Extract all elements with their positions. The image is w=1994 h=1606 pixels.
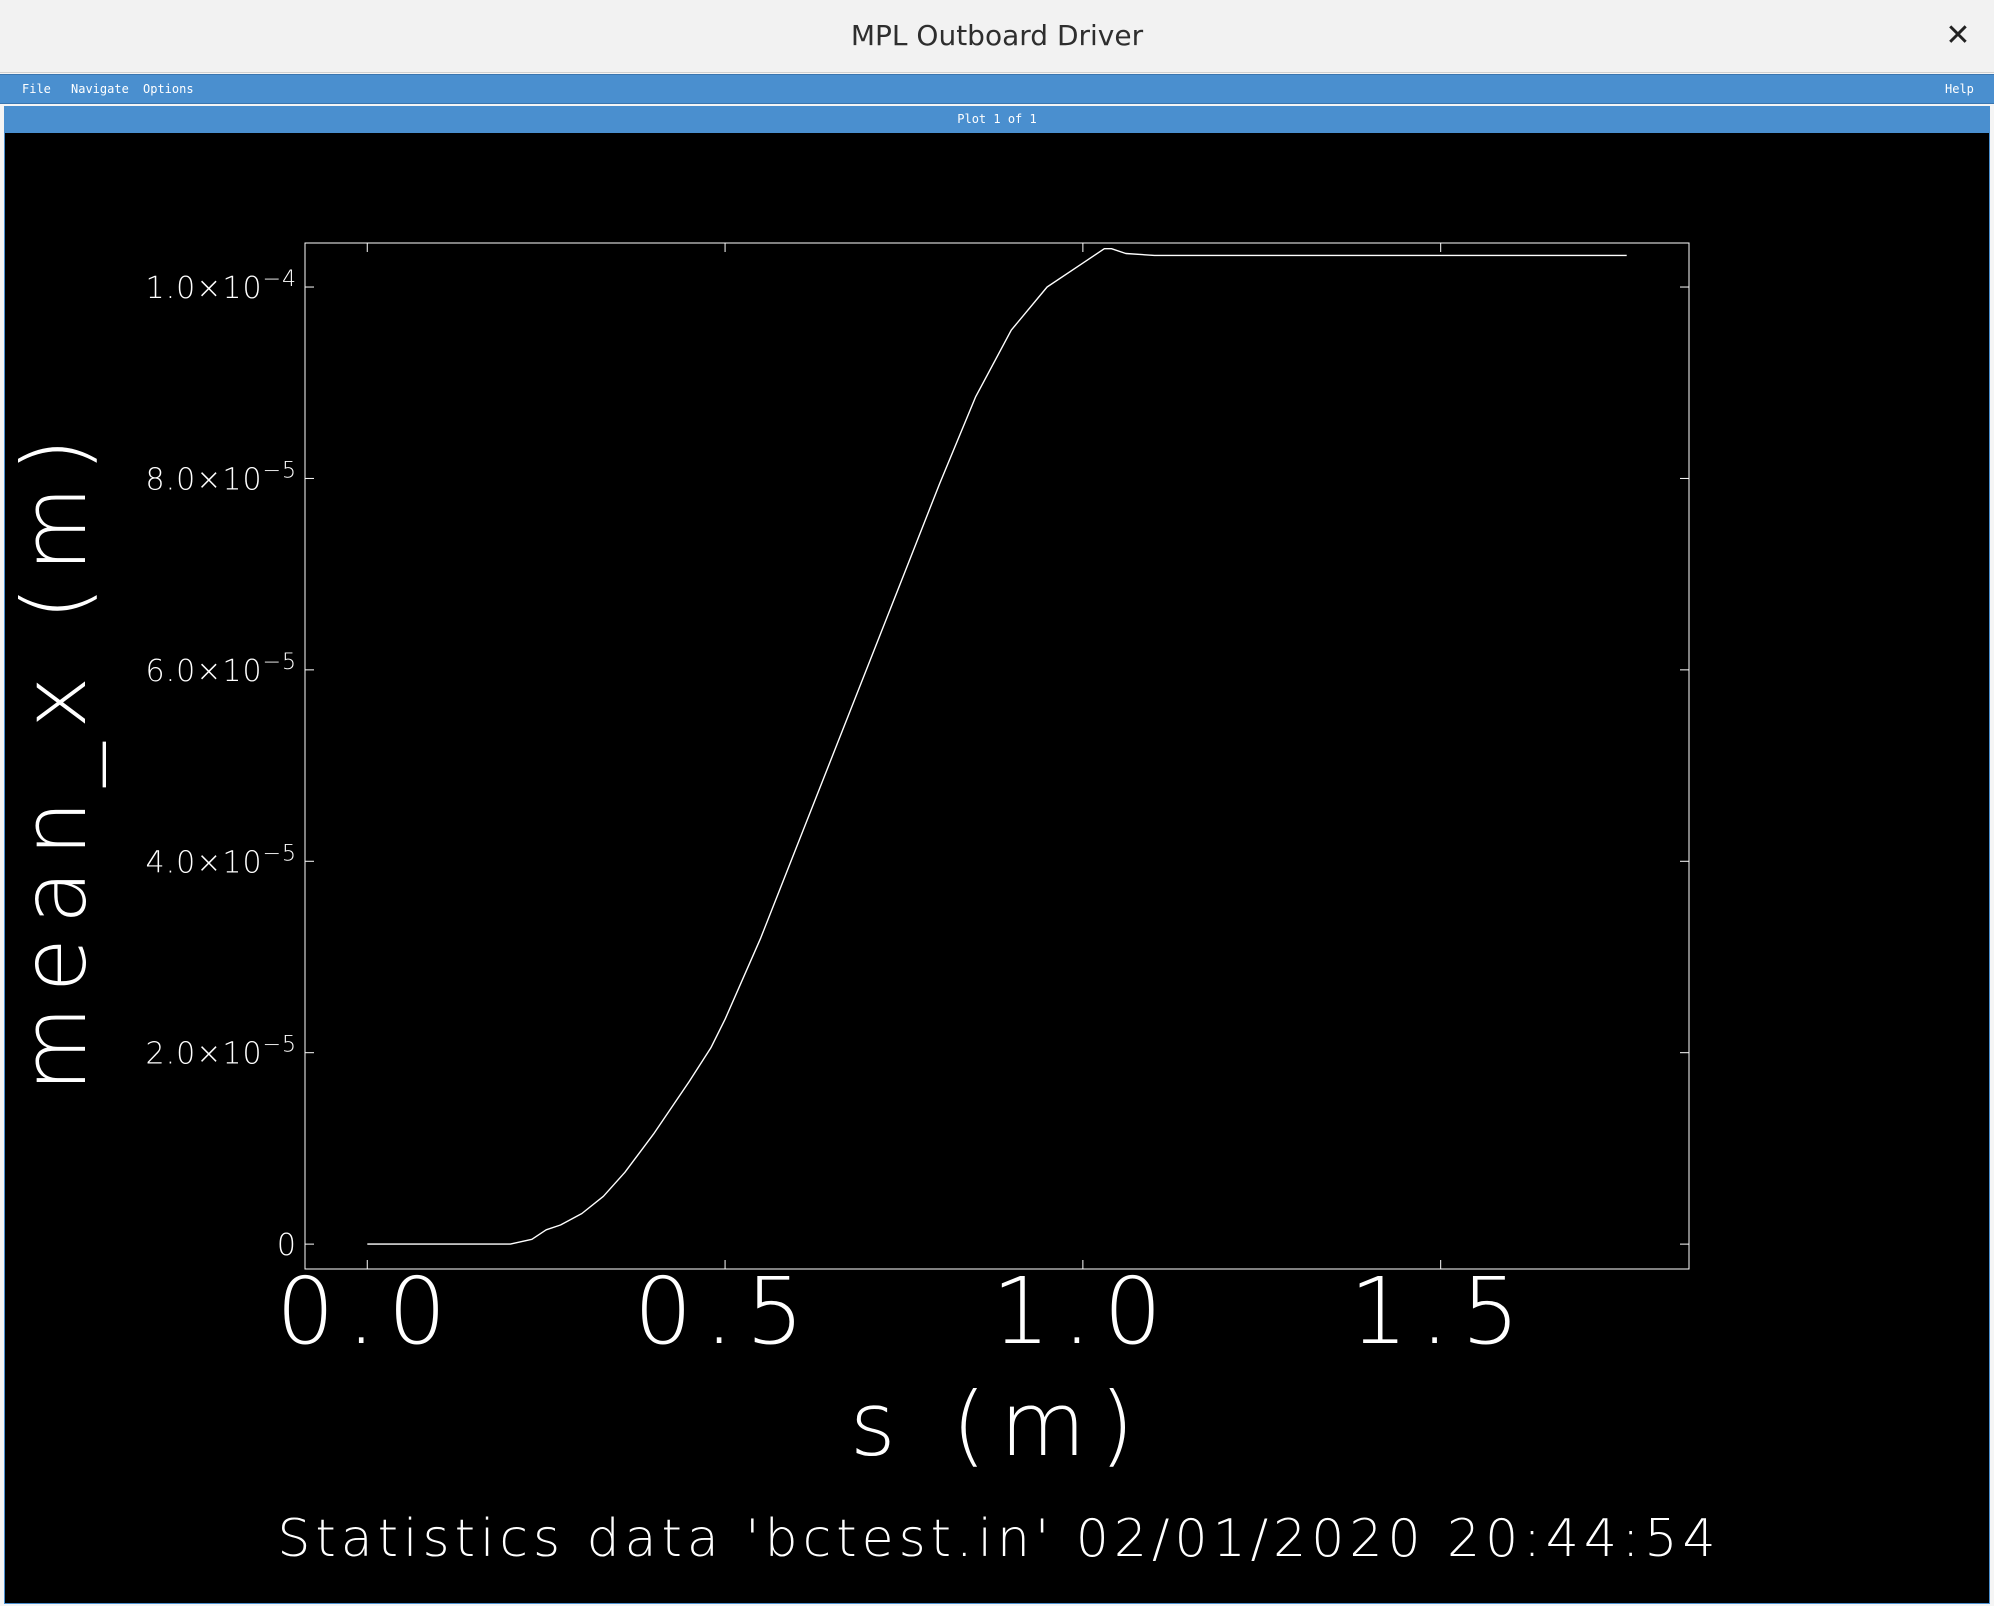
menu-file[interactable]: File (22, 75, 51, 103)
y-tick-label: 6.0×10−5 (146, 650, 297, 689)
plot-navigation-bar: Plot 1 of 1 (4, 106, 1990, 132)
app-window: MPL Outboard Driver ✕ File Navigate Opti… (0, 0, 1994, 1606)
x-tick-label: 1.5 (1350, 1258, 1532, 1365)
menu-options[interactable]: Options (143, 75, 194, 103)
title-bar[interactable]: MPL Outboard Driver ✕ (0, 0, 1994, 73)
close-button[interactable]: ✕ (1936, 14, 1980, 58)
y-tick-label: 8.0×10−5 (146, 458, 297, 497)
x-axis-label: s (m) (850, 1373, 1148, 1476)
series-layer (367, 247, 1627, 1245)
y-tick-label: 2.0×10−5 (146, 1033, 297, 1072)
series-line (367, 247, 1627, 1245)
ticks-layer: 0.0 0.5 1.0 1.5 0 2.0×10−5 4.0×10−5 6.0×10−5 8.0… (146, 243, 1689, 1365)
x-tick-label: 1.0 (992, 1258, 1174, 1365)
y-tick-label: 0 (277, 1228, 297, 1263)
x-tick-label: 0.0 (276, 1258, 458, 1365)
chart-svg: 0.0 0.5 1.0 1.5 0 2.0×10−5 4.0×10−5 6.0×10−5 8.0… (5, 242, 1720, 1569)
window-title: MPL Outboard Driver (850, 19, 1144, 52)
plot-frame (304, 242, 1690, 1270)
y-tick-label: 1.0×10−4 (146, 267, 297, 306)
x-tick-label: 0.5 (634, 1258, 816, 1365)
plot-canvas: 0.0 0.5 1.0 1.5 0 2.0×10−5 4.0×10−5 6.0×10−5 8.0… (4, 132, 1990, 1604)
axes-layer (304, 242, 1690, 1270)
plot-counter: Plot 1 of 1 (957, 112, 1037, 126)
menu-bar: File Navigate Options Help (0, 74, 1994, 104)
menu-help[interactable]: Help (1945, 75, 1974, 103)
labels-layer: s (m) mean_x (m) Statistics data 'bctest… (5, 424, 1720, 1569)
y-axis-label: mean_x (m) (5, 424, 106, 1092)
y-tick-label: 4.0×10−5 (146, 841, 297, 880)
menu-navigate[interactable]: Navigate (71, 75, 129, 103)
footer-caption: Statistics data 'bctest.in' 02/01/2020 2… (277, 1509, 1720, 1569)
